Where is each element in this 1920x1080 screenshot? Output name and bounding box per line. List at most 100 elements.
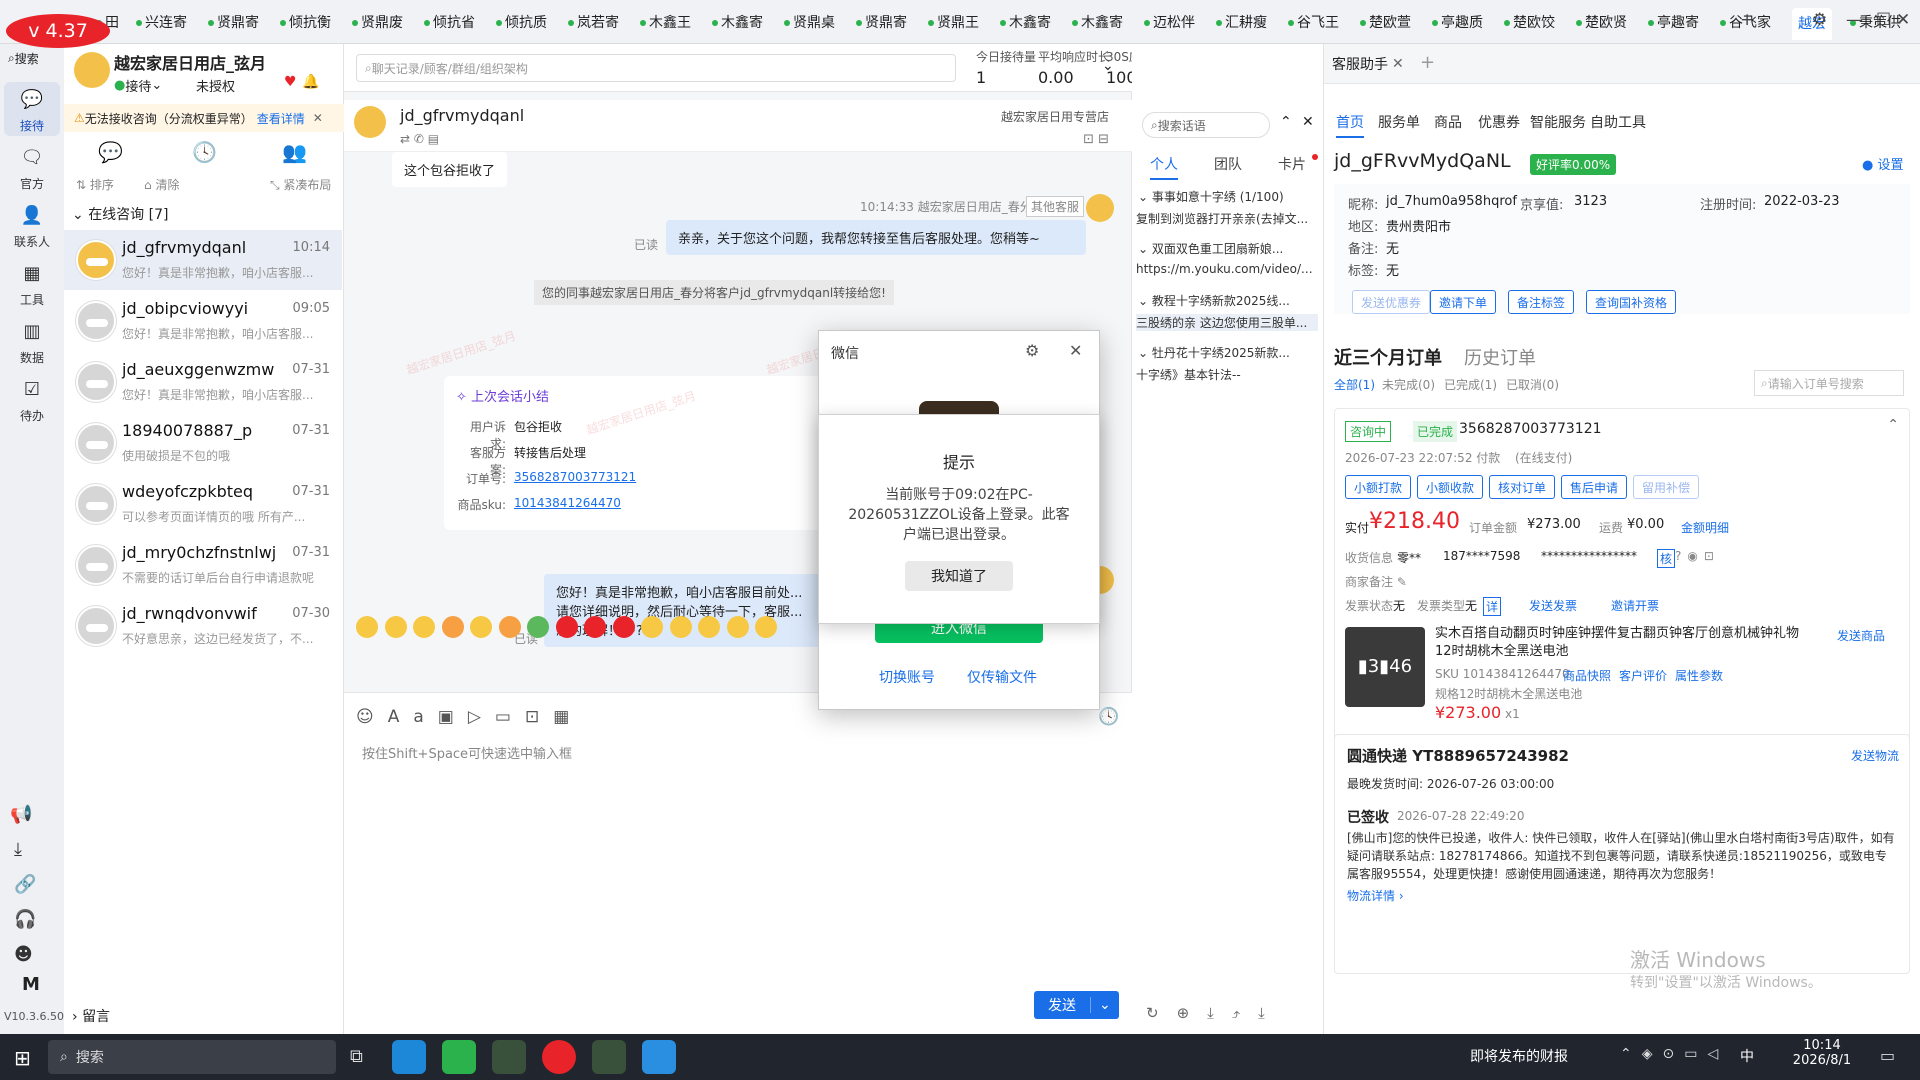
tab-14[interactable]: 木鑫寄 <box>1072 12 1123 34</box>
conversation-item[interactable]: jd_gfrvmydqanl 10:14 您好！真是非常抱歉，咱小店客服... <box>64 230 342 290</box>
tab-6[interactable]: 倾抗质 <box>496 12 547 34</box>
notification-icon[interactable]: ▭ <box>1880 1046 1895 1065</box>
input-toolbar-icons[interactable]: ☺Aa▣▷▭⊡▦ <box>356 707 583 727</box>
taskbar-search[interactable]: ⌕ 搜索 <box>48 1040 336 1074</box>
order-filter[interactable]: 已完成(1) <box>1444 376 1497 393</box>
tab-group-icon[interactable]: 👥 <box>282 140 307 164</box>
announce-icon[interactable]: 📢 <box>10 804 32 825</box>
quick-entry-text[interactable]: 十字绣》基本针法-- <box>1136 366 1318 383</box>
add-tab-icon[interactable]: + <box>1420 52 1435 73</box>
chevron-up-icon[interactable]: ⌃ <box>1887 417 1899 433</box>
emoji-icon[interactable] <box>356 616 378 638</box>
heart-icon[interactable]: ♥ <box>284 74 297 90</box>
tab-5[interactable]: 倾抗省 <box>424 12 475 34</box>
send-logistics-link[interactable]: 发送物流 <box>1851 747 1899 764</box>
emoji-icon[interactable] <box>698 616 720 638</box>
quick-entry-title[interactable]: ⌄ 牡丹花十字绣2025新款... <box>1138 344 1290 361</box>
amount-detail-link[interactable]: 金额明细 <box>1681 519 1729 536</box>
nav-data[interactable]: ▥ 数据 <box>4 314 60 368</box>
order-action-button[interactable]: 留用补偿 <box>1633 475 1700 499</box>
order-action-button[interactable]: 核对订单 <box>1489 475 1556 499</box>
nav-tools[interactable]: ▦ 工具 <box>4 256 60 310</box>
top-search-input[interactable]: ⌕ 聊天记录/顾客/群组/组织架构 <box>356 54 956 82</box>
clock-icon[interactable]: 🕓 <box>1098 707 1119 727</box>
close-icon[interactable]: ✕ <box>1392 56 1404 72</box>
orders-title[interactable]: 近三个月订单 <box>1334 344 1442 370</box>
customer-action-button[interactable]: 备注标签 <box>1508 290 1575 314</box>
assistant-subtab[interactable]: 优惠券 <box>1478 112 1520 132</box>
tab-18[interactable]: 楚欧萱 <box>1360 12 1411 34</box>
address-icons[interactable]: ?◉⊡ <box>1675 549 1720 563</box>
chat-header-actions[interactable]: ⊡ ⊟ <box>1083 132 1109 147</box>
customer-action-button[interactable]: 邀请下单 <box>1430 290 1497 314</box>
quick-tab[interactable]: 个人 <box>1150 154 1178 180</box>
customer-action-button[interactable]: 查询国补资格 <box>1586 290 1677 314</box>
emoji-icon[interactable] <box>441 616 464 638</box>
quick-tab[interactable]: 卡片 <box>1278 154 1306 174</box>
tab-20[interactable]: 楚欧饺 <box>1504 12 1555 34</box>
nav-contact[interactable]: 👤 联系人 <box>4 198 60 252</box>
emoji-icon[interactable] <box>755 616 777 638</box>
quick-tab[interactable]: 团队 <box>1214 154 1242 174</box>
headset-icon[interactable]: 🎧 <box>14 909 36 930</box>
order-filter[interactable]: 未完成(0) <box>1382 376 1435 393</box>
quick-entry-title[interactable]: ⌄ 教程十字绣新款2025线... <box>1138 292 1290 309</box>
assistant-subtab[interactable]: 首页 <box>1336 112 1364 138</box>
tab-22[interactable]: 亭趣寄 <box>1648 12 1699 34</box>
quick-entry-text[interactable]: 复制到浏览器打开亲亲(去掉文... <box>1136 210 1318 227</box>
compact-button[interactable]: ⤡ 紧凑布局 <box>270 176 331 193</box>
sort-button[interactable]: ⇅ 排序 <box>76 176 114 193</box>
m-icon[interactable]: M <box>22 974 40 995</box>
tab-9[interactable]: 木鑫寄 <box>712 12 763 34</box>
app-icon[interactable] <box>492 1040 526 1074</box>
app-red-icon[interactable] <box>542 1040 576 1074</box>
quick-entry-title[interactable]: ⌄ 双面双色重工团扇新娘... <box>1138 240 1283 257</box>
tab-8[interactable]: 木鑫王 <box>640 12 691 34</box>
tab-12[interactable]: 贤鼎王 <box>928 12 979 34</box>
emoji-icon[interactable] <box>527 616 549 638</box>
conversation-item[interactable]: jd_obipcviowyyi 09:05 您好！真是非常抱歉，咱小店客服... <box>64 291 342 351</box>
chevron-up-icon[interactable]: ⌃ <box>1280 114 1292 130</box>
close-icon[interactable]: ✕ <box>1302 114 1314 130</box>
quick-footer-icons[interactable]: ↻⊕⤓⤴⤓ <box>1146 1004 1283 1022</box>
transfer-files-link[interactable]: 仅传输文件 <box>967 667 1037 687</box>
tab-4[interactable]: 贤鼎废 <box>352 12 403 34</box>
gear-icon[interactable]: ⚙ <box>1025 341 1039 360</box>
windows-start-icon[interactable]: ⊞ <box>14 1046 31 1070</box>
app-blue-icon[interactable] <box>642 1040 676 1074</box>
quick-entry-title[interactable]: ⌄ 事事如意十字绣 (1/100) <box>1138 188 1284 205</box>
bell-icon[interactable]: 🔔 <box>302 74 319 90</box>
edge-icon[interactable] <box>392 1040 426 1074</box>
auth-status[interactable]: 未授权 <box>196 76 235 95</box>
conversation-item[interactable]: jd_rwnqdvonvwif 07-30 不好意思亲，这边已经发货了，不... <box>64 596 342 656</box>
quick-entry-text[interactable]: https://m.youku.com/video/... <box>1136 262 1318 276</box>
emoji-icon[interactable] <box>498 616 521 638</box>
emoji-icon[interactable] <box>413 616 435 638</box>
ime-indicator[interactable]: 中 <box>1740 1046 1754 1066</box>
conversation-item[interactable]: wdeyofczpkbteq 07-31 可以参考页面详情页的哦 所有产... <box>64 474 342 534</box>
tab-3[interactable]: 倾抗衡 <box>280 12 331 34</box>
tab-17[interactable]: 谷飞王 <box>1288 12 1339 34</box>
tab-2[interactable]: 贤鼎寄 <box>208 12 259 34</box>
tab-chat-icon[interactable]: 💬 <box>98 140 123 164</box>
conversation-item[interactable]: jd_aeuxggenwzmw 07-31 您好！真是非常抱歉，咱小店客服... <box>64 352 342 412</box>
wechat-icon[interactable] <box>442 1040 476 1074</box>
close-icon[interactable]: ✕ <box>313 111 323 125</box>
nav-todo[interactable]: ☑ 待办 <box>4 372 60 426</box>
switch-account-link[interactable]: 切换账号 <box>879 667 935 687</box>
summary-value[interactable]: 10143841264470 <box>514 496 621 510</box>
order-action-button[interactable]: 售后申请 <box>1561 475 1628 499</box>
tab-21[interactable]: 楚欧贤 <box>1576 12 1627 34</box>
input-area[interactable]: ☺Aa▣▷▭⊡▦ 🕓 按住Shift+Space可快速选中输入框 发送 ⌄ <box>344 692 1132 1034</box>
close-icon[interactable]: ✕ <box>1896 10 1910 30</box>
emoji-icon[interactable] <box>584 616 606 638</box>
settings-link[interactable]: ● 设置 <box>1862 154 1904 173</box>
assistant-subtab[interactable]: 服务单 <box>1378 112 1420 132</box>
chevron-down-icon[interactable]: ⌄ <box>1090 997 1119 1013</box>
download-icon[interactable]: ⤓ <box>14 839 22 860</box>
nav-message[interactable]: 🗨 官方 <box>4 140 60 194</box>
maximize-icon[interactable]: ☐ <box>1876 10 1891 30</box>
gear-icon[interactable]: ⚙ <box>1812 10 1827 30</box>
tab-19[interactable]: 亭趣质 <box>1432 12 1483 34</box>
link-icon[interactable]: 🔗 <box>14 874 36 895</box>
